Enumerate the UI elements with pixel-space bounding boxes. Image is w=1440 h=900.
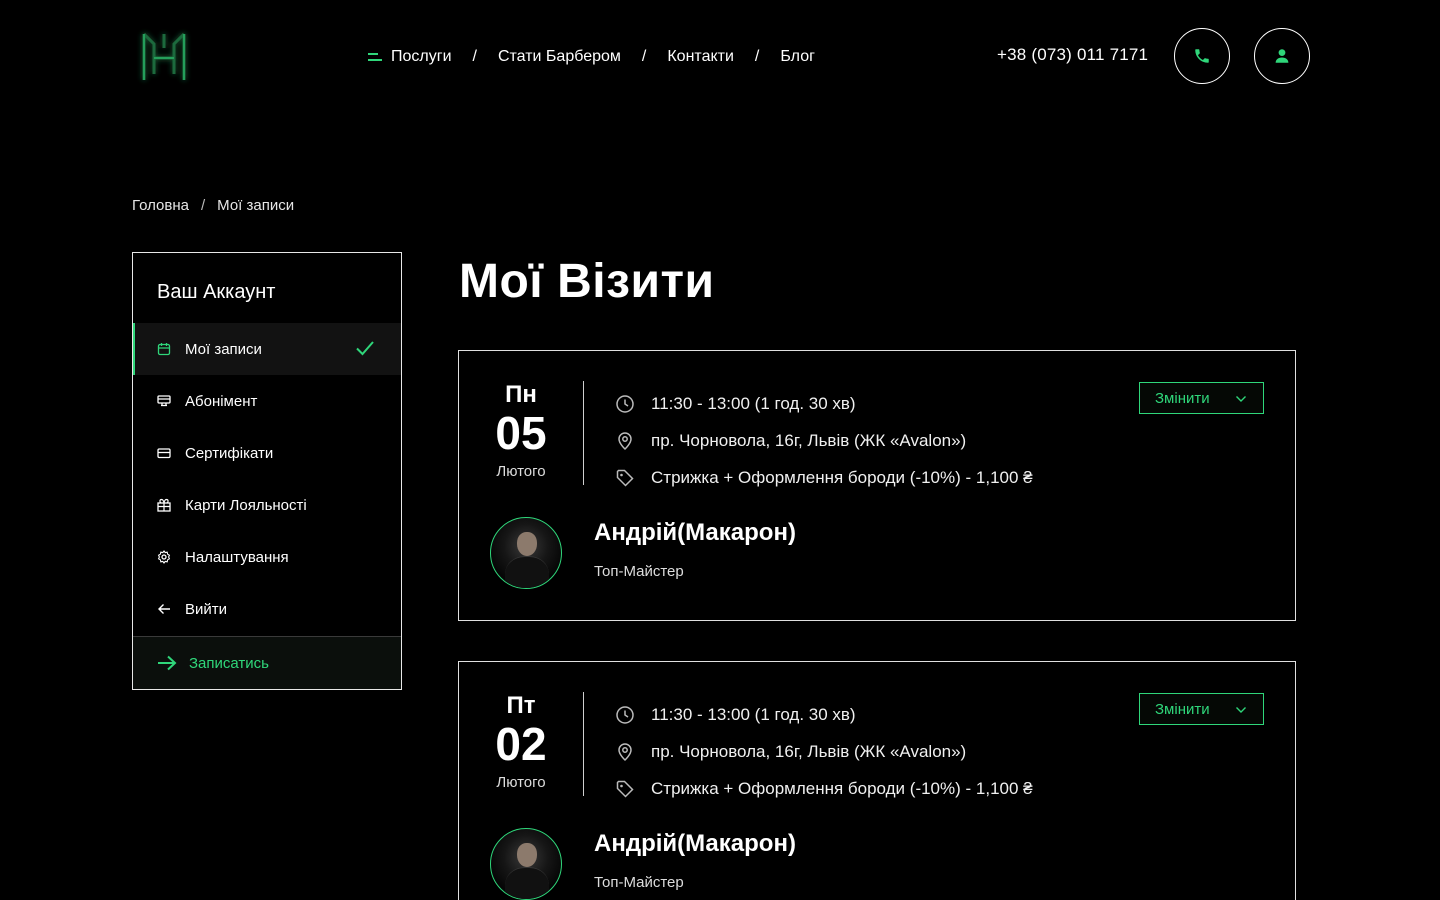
nav-blog[interactable]: Блог (780, 48, 815, 66)
sidebar-item-label: Сертифікати (185, 444, 274, 462)
account-sidebar: Ваш Аккаунт Мої записи Абонімент Сертифі… (132, 252, 402, 690)
divider (583, 692, 584, 796)
user-icon (1275, 49, 1289, 63)
page-title: Мої Візити (459, 255, 715, 308)
master-name: Андрій(Макарон) (594, 519, 796, 546)
breadcrumb-current: Мої записи (217, 197, 295, 214)
m-logo-icon (142, 32, 186, 80)
change-visit-label: Змінити (1155, 389, 1210, 407)
sidebar-item-label: Налаштування (185, 548, 289, 566)
breadcrumb-home[interactable]: Головна (132, 197, 189, 214)
call-button[interactable] (1174, 28, 1230, 84)
sidebar-item-label: Абонімент (185, 392, 258, 410)
visit-service: Стрижка + Оформлення бороди (-10%) - 1,1… (651, 778, 1033, 798)
account-button[interactable] (1254, 28, 1310, 84)
check-icon (355, 340, 375, 360)
clock-icon (615, 394, 635, 414)
credit-card-icon (157, 446, 171, 460)
divider (583, 381, 584, 485)
brand-logo[interactable] (132, 26, 196, 90)
arrow-left-icon (157, 602, 171, 616)
visit-address: пр. Чорновола, 16г, Львів (ЖК «Avalon») (651, 430, 967, 450)
master-name: Андрій(Макарон) (594, 830, 796, 857)
phone-number[interactable]: +38 (073) 011 7171 (997, 45, 1148, 65)
visit-details: 11:30 - 13:00 (1 год. 30 хв) пр. Чорново… (615, 696, 1033, 807)
visit-card: Пт 02 Лютого 11:30 - 13:00 (1 год. 30 хв… (458, 661, 1296, 900)
master-avatar (490, 828, 562, 900)
visit-month: Лютого (496, 774, 546, 791)
visit-time-row: 11:30 - 13:00 (1 год. 30 хв) (615, 696, 1033, 733)
visit-service: Стрижка + Оформлення бороди (-10%) - 1,1… (651, 467, 1033, 487)
visit-date: Пт 02 Лютого (459, 692, 583, 791)
master-info: Андрій(Макарон) Топ-Майстер (490, 828, 796, 900)
chevron-down-icon (1235, 703, 1247, 720)
nav-services[interactable]: Послуги (391, 48, 452, 66)
sidebar-item-loyalty-cards[interactable]: Карти Лояльності (133, 479, 401, 531)
nav-separator: / (641, 48, 647, 65)
phone-icon (1195, 49, 1209, 63)
sidebar-item-subscription[interactable]: Абонімент (133, 375, 401, 427)
visit-month: Лютого (496, 463, 546, 480)
book-appointment-label: Записатись (189, 654, 269, 672)
visit-day: 02 (495, 718, 547, 770)
sidebar-item-settings[interactable]: Налаштування (133, 531, 401, 583)
visit-service-row: Стрижка + Оформлення бороди (-10%) - 1,1… (615, 459, 1033, 496)
sidebar-item-certificates[interactable]: Сертифікати (133, 427, 401, 479)
location-pin-icon (615, 742, 635, 762)
nav-separator: / (754, 48, 760, 65)
master-role: Топ-Майстер (594, 563, 684, 580)
clock-icon (615, 705, 635, 725)
visit-service-row: Стрижка + Оформлення бороди (-10%) - 1,1… (615, 770, 1033, 807)
nav-contacts[interactable]: Контакти (667, 48, 734, 66)
visit-address-row: пр. Чорновола, 16г, Львів (ЖК «Avalon») (615, 733, 1033, 770)
menu-icon[interactable] (368, 52, 382, 62)
chevron-down-icon (1235, 392, 1247, 409)
price-tag-icon (615, 468, 635, 488)
visit-address-row: пр. Чорновола, 16г, Львів (ЖК «Avalon») (615, 422, 1033, 459)
visit-day-of-week: Пн (505, 381, 537, 408)
card-stack-icon (157, 394, 171, 408)
visit-card: Пн 05 Лютого 11:30 - 13:00 (1 год. 30 хв… (458, 350, 1296, 621)
visit-day-of-week: Пт (506, 692, 536, 719)
nav-separator: / (472, 48, 477, 65)
sidebar-item-my-bookings[interactable]: Мої записи (133, 323, 401, 375)
calendar-icon (157, 342, 171, 356)
sidebar-item-label: Карти Лояльності (185, 496, 307, 514)
breadcrumb-separator: / (201, 197, 206, 214)
gift-icon (157, 498, 171, 512)
sidebar-title: Ваш Аккаунт (157, 281, 276, 303)
visit-day: 05 (495, 407, 547, 459)
price-tag-icon (615, 779, 635, 799)
change-visit-label: Змінити (1155, 700, 1210, 718)
nav-become-barber[interactable]: Стати Барбером (498, 48, 621, 66)
change-visit-button[interactable]: Змінити (1139, 382, 1264, 414)
sidebar-item-label: Вийти (185, 600, 228, 618)
visit-time-row: 11:30 - 13:00 (1 год. 30 хв) (615, 385, 1033, 422)
master-info: Андрій(Макарон) Топ-Майстер (490, 517, 796, 589)
visit-time: 11:30 - 13:00 (1 год. 30 хв) (651, 704, 856, 724)
main-nav: Послуги / Стати Барбером / Контакти / Бл… (368, 46, 815, 68)
master-role: Топ-Майстер (594, 874, 684, 891)
master-avatar (490, 517, 562, 589)
location-pin-icon (615, 431, 635, 451)
visit-time: 11:30 - 13:00 (1 год. 30 хв) (651, 393, 856, 413)
change-visit-button[interactable]: Змінити (1139, 693, 1264, 725)
visit-details: 11:30 - 13:00 (1 год. 30 хв) пр. Чорново… (615, 385, 1033, 496)
sidebar-item-logout[interactable]: Вийти (133, 583, 401, 635)
sidebar-item-label: Мої записи (185, 340, 262, 358)
visit-address: пр. Чорновола, 16г, Львів (ЖК «Avalon») (651, 741, 967, 761)
gear-icon (157, 550, 171, 564)
book-appointment-button[interactable]: Записатись (133, 636, 401, 689)
breadcrumb: Головна / Мої записи (132, 197, 294, 214)
visit-date: Пн 05 Лютого (459, 381, 583, 480)
arrow-right-icon (157, 655, 177, 671)
